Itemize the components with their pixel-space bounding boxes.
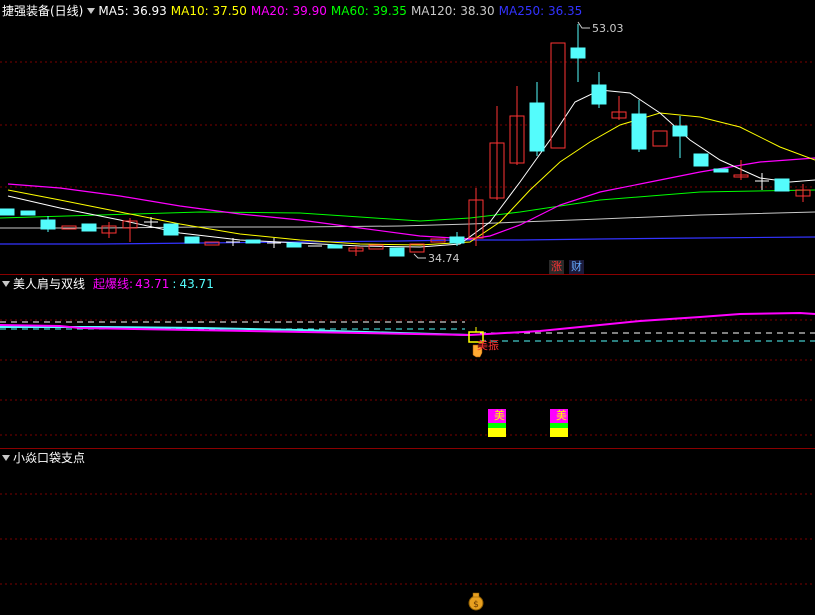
high-marker <box>577 21 590 29</box>
ma5-line <box>7 89 815 248</box>
ma60-line <box>0 189 815 222</box>
candlestick-chart[interactable] <box>0 0 815 274</box>
signal-text: 美振 <box>477 339 499 352</box>
main-chart-panel[interactable]: 捷强装备(日线) MA5: 36.93 MA10: 37.50 MA20: 39.90… <box>0 0 815 274</box>
svg-text:$: $ <box>473 600 479 610</box>
badge-zhang[interactable]: 涨 <box>549 260 564 274</box>
candles-down <box>0 24 790 257</box>
high-price-label: 53.03 <box>592 22 624 35</box>
indicator1-panel[interactable]: 美人肩与双线 起爆线: 43.71:43.71 美振 美 美 <box>0 275 815 448</box>
ma20-line <box>7 157 815 240</box>
grid-lines <box>0 493 815 585</box>
dashed-lines <box>0 321 815 342</box>
magenta-line <box>0 311 815 337</box>
grid-lines <box>0 319 815 436</box>
ma250-line <box>0 236 815 245</box>
grid-lines <box>0 61 815 188</box>
low-price-label: 34.74 <box>428 252 460 265</box>
badge-cai[interactable]: 财 <box>569 260 584 274</box>
indicator2-chart[interactable]: $ <box>0 449 815 615</box>
low-marker <box>413 253 426 259</box>
bar-label-1: 美 <box>494 409 505 422</box>
indicator1-chart[interactable] <box>0 275 815 448</box>
bar-label-2: 美 <box>556 409 567 422</box>
money-bag-icon: $ <box>468 592 484 611</box>
indicator2-panel[interactable]: 小焱口袋支点 $ <box>0 449 815 615</box>
